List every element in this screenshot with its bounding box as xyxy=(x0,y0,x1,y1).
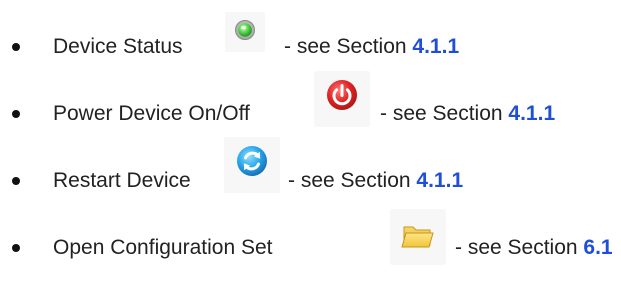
bullet xyxy=(12,244,20,252)
bullet xyxy=(12,43,20,51)
see-section-prefix: - see Section xyxy=(455,236,578,259)
section-reference: - see Section 4.1.1 xyxy=(380,102,555,126)
section-reference: - see Section 4.1.1 xyxy=(288,169,463,193)
folder-open-icon xyxy=(390,209,446,265)
document-page: Device Status - see Section 4.1.1 Power … xyxy=(0,0,621,284)
power-button-red-icon xyxy=(314,71,370,127)
list-item: Restart Device - see Section 4.1.1 xyxy=(0,134,621,198)
section-number: 4.1.1 xyxy=(416,169,464,192)
list-item: Open Configuration Set - see Section 6.1 xyxy=(0,201,621,265)
list-item: Device Status - see Section 4.1.1 xyxy=(0,0,621,64)
section-number: 4.1.1 xyxy=(412,35,460,58)
see-section-prefix: - see Section xyxy=(380,102,503,125)
section-number: 4.1.1 xyxy=(508,102,556,125)
restart-blue-icon xyxy=(224,137,280,193)
see-section-prefix: - see Section xyxy=(288,169,411,192)
section-reference: - see Section 4.1.1 xyxy=(284,35,459,59)
bullet xyxy=(12,177,20,185)
item-label: Open Configuration Set xyxy=(53,236,273,259)
item-label: Restart Device xyxy=(53,169,191,192)
bullet xyxy=(12,110,20,118)
status-light-green-icon xyxy=(225,12,265,52)
see-section-prefix: - see Section xyxy=(284,35,407,58)
item-label: Device Status xyxy=(53,35,183,58)
list-item: Power Device On/Off - see Section 4.1.1 xyxy=(0,67,621,131)
section-number: 6.1 xyxy=(583,236,613,259)
item-label: Power Device On/Off xyxy=(53,102,250,125)
section-reference: - see Section 6.1 xyxy=(455,236,613,260)
